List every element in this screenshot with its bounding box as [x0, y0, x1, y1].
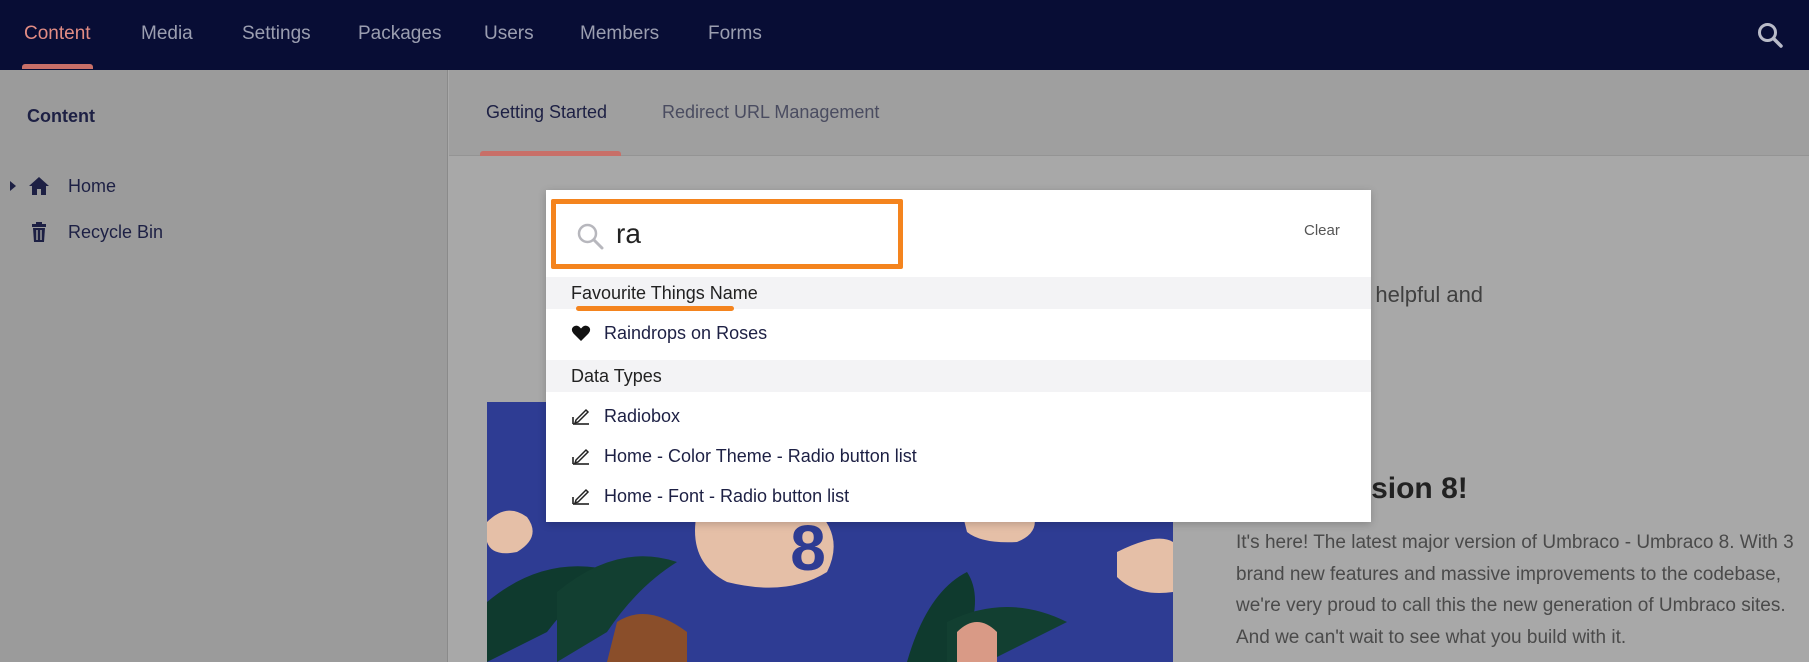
result-label: Radiobox: [604, 405, 681, 426]
top-navigation: Content Media Settings Packages Users Me…: [0, 0, 1809, 70]
sidebar-title: Content: [27, 106, 95, 126]
heart-icon: [571, 325, 591, 341]
expand-caret-icon[interactable]: [10, 181, 16, 191]
nav-active-indicator: [22, 64, 93, 69]
home-icon: [29, 177, 49, 195]
nav-users[interactable]: Users: [484, 0, 534, 70]
result-group-header: Data Types: [546, 360, 1371, 392]
tree-item-label: Home: [68, 175, 117, 196]
tab-redirect-url-management[interactable]: Redirect URL Management: [662, 102, 879, 123]
nav-members[interactable]: Members: [580, 0, 659, 70]
clear-button[interactable]: Clear: [1304, 222, 1340, 239]
content-tree-sidebar: Content Home Recycle Bin: [0, 70, 448, 662]
search-box[interactable]: [551, 199, 903, 269]
search-result-item[interactable]: Raindrops on Roses: [546, 315, 1371, 351]
dashboard-tabs: Getting Started Redirect URL Management: [449, 70, 1809, 156]
nav-forms[interactable]: Forms: [708, 0, 762, 70]
nav-settings[interactable]: Settings: [242, 0, 311, 70]
search-result-item[interactable]: Home - Font - Radio button list: [546, 478, 1371, 514]
result-label: Home - Font - Radio button list: [604, 485, 850, 506]
search-input[interactable]: [616, 214, 886, 254]
nav-packages[interactable]: Packages: [358, 0, 441, 70]
search-icon[interactable]: [1757, 22, 1783, 48]
tab-getting-started[interactable]: Getting Started: [486, 102, 607, 123]
nav-content[interactable]: Content: [24, 0, 91, 70]
tab-active-indicator: [480, 151, 621, 156]
nav-media[interactable]: Media: [141, 0, 193, 70]
search-result-item[interactable]: Radiobox: [546, 398, 1371, 434]
datatype-icon: [572, 488, 590, 505]
datatype-icon: [572, 448, 590, 465]
result-label: Home - Color Theme - Radio button list: [604, 445, 917, 466]
version-badge: 8: [790, 512, 826, 584]
highlight-underline: [576, 306, 734, 311]
search-results-panel: Clear Favourite Things Name Raindrops on…: [546, 190, 1371, 522]
search-result-item[interactable]: Home - Color Theme - Radio button list: [546, 438, 1371, 474]
result-group-header: Favourite Things Name: [546, 277, 1371, 309]
datatype-icon: [572, 408, 590, 425]
tree-item-label: Recycle Bin: [68, 221, 164, 242]
result-label: Raindrops on Roses: [604, 322, 768, 343]
trash-icon: [32, 222, 46, 242]
intro-paragraph: It's here! The latest major version of U…: [1236, 532, 1794, 648]
search-icon: [577, 223, 604, 250]
